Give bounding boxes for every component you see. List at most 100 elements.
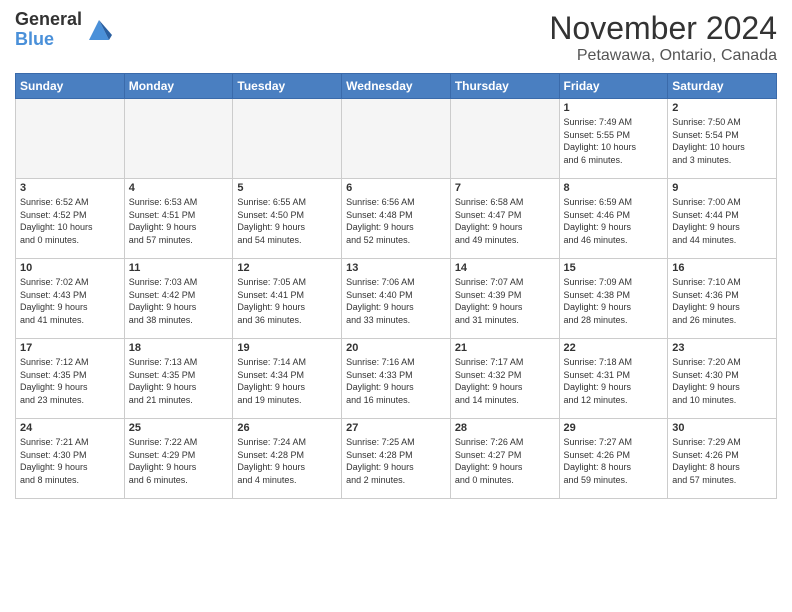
- day-cell[interactable]: 6 Sunrise: 6:56 AMSunset: 4:48 PMDaylight…: [342, 179, 451, 259]
- day-cell[interactable]: 7Sunrise: 6:58 AMSunset: 4:47 PMDaylight…: [450, 179, 559, 259]
- day-info: Sunrise: 7:26 AMSunset: 4:27 PMDaylight:…: [455, 436, 555, 486]
- col-sunday: Sunday: [16, 74, 125, 99]
- day-number: 10: [20, 262, 120, 274]
- day-cell[interactable]: 28 Sunrise: 7:26 AMSunset: 4:27 PMDayligh…: [450, 419, 559, 499]
- day-number: 16: [672, 262, 772, 274]
- day-cell[interactable]: 14Sunrise: 7:07 AMSunset: 4:39 PMDayligh…: [450, 259, 559, 339]
- day-number: 24: [20, 422, 120, 434]
- day-cell[interactable]: 2Sunrise: 7:50 AMSunset: 5:54 PMDaylight…: [668, 99, 777, 179]
- day-cell[interactable]: [16, 99, 125, 179]
- col-friday: Friday: [559, 74, 668, 99]
- day-cell[interactable]: 4 Sunrise: 6:53 AMSunset: 4:51 PMDaylight…: [124, 179, 233, 259]
- day-number: 6: [346, 182, 446, 194]
- day-number: 4: [129, 182, 229, 194]
- day-number: 17: [20, 342, 120, 354]
- logo-general: General: [15, 10, 82, 30]
- day-info: Sunrise: 7:05 AMSunset: 4:41 PMDaylight:…: [237, 276, 337, 326]
- logo-text: General Blue: [15, 10, 82, 50]
- day-cell[interactable]: 8 Sunrise: 6:59 AMSunset: 4:46 PMDaylight…: [559, 179, 668, 259]
- calendar-table: Sunday Monday Tuesday Wednesday Thursday…: [15, 73, 777, 499]
- day-cell[interactable]: 1 Sunrise: 7:49 AMSunset: 5:55 PMDaylight…: [559, 99, 668, 179]
- day-number: 25: [129, 422, 229, 434]
- day-cell[interactable]: 15 Sunrise: 7:09 AMSunset: 4:38 PMDayligh…: [559, 259, 668, 339]
- day-info: Sunrise: 6:52 AMSunset: 4:52 PMDaylight:…: [20, 196, 120, 246]
- day-cell[interactable]: [124, 99, 233, 179]
- day-info: Sunrise: 7:50 AMSunset: 5:54 PMDaylight:…: [672, 116, 772, 166]
- header-row: Sunday Monday Tuesday Wednesday Thursday…: [16, 74, 777, 99]
- day-info: Sunrise: 7:49 AMSunset: 5:55 PMDaylight:…: [564, 116, 664, 166]
- day-number: 15: [564, 262, 664, 274]
- col-monday: Monday: [124, 74, 233, 99]
- day-cell[interactable]: 10Sunrise: 7:02 AMSunset: 4:43 PMDayligh…: [16, 259, 125, 339]
- day-info: Sunrise: 7:24 AMSunset: 4:28 PMDaylight:…: [237, 436, 337, 486]
- day-number: 21: [455, 342, 555, 354]
- week-row-4: 24 Sunrise: 7:21 AMSunset: 4:30 PMDayligh…: [16, 419, 777, 499]
- day-cell[interactable]: 20Sunrise: 7:16 AMSunset: 4:33 PMDayligh…: [342, 339, 451, 419]
- day-number: 26: [237, 422, 337, 434]
- day-info: Sunrise: 6:59 AMSunset: 4:46 PMDaylight:…: [564, 196, 664, 246]
- day-number: 3: [20, 182, 120, 194]
- logo-icon: [84, 15, 114, 45]
- day-cell[interactable]: 19Sunrise: 7:14 AMSunset: 4:34 PMDayligh…: [233, 339, 342, 419]
- calendar-container: General Blue November 2024 Petawawa, Ont…: [0, 0, 792, 612]
- day-cell[interactable]: 13 Sunrise: 7:06 AMSunset: 4:40 PMDayligh…: [342, 259, 451, 339]
- day-cell[interactable]: 3 Sunrise: 6:52 AMSunset: 4:52 PMDaylight…: [16, 179, 125, 259]
- logo: General Blue: [15, 10, 114, 50]
- day-number: 27: [346, 422, 446, 434]
- header: General Blue November 2024 Petawawa, Ont…: [15, 10, 777, 65]
- day-info: Sunrise: 7:06 AMSunset: 4:40 PMDaylight:…: [346, 276, 446, 326]
- title-block: November 2024 Petawawa, Ontario, Canada: [549, 10, 777, 65]
- col-saturday: Saturday: [668, 74, 777, 99]
- day-cell[interactable]: 11Sunrise: 7:03 AMSunset: 4:42 PMDayligh…: [124, 259, 233, 339]
- day-cell[interactable]: 5 Sunrise: 6:55 AMSunset: 4:50 PMDaylight…: [233, 179, 342, 259]
- day-cell[interactable]: 17 Sunrise: 7:12 AMSunset: 4:35 PMDayligh…: [16, 339, 125, 419]
- day-number: 30: [672, 422, 772, 434]
- day-cell[interactable]: 18Sunrise: 7:13 AMSunset: 4:35 PMDayligh…: [124, 339, 233, 419]
- day-cell[interactable]: 21 Sunrise: 7:17 AMSunset: 4:32 PMDayligh…: [450, 339, 559, 419]
- day-number: 29: [564, 422, 664, 434]
- day-number: 7: [455, 182, 555, 194]
- day-number: 20: [346, 342, 446, 354]
- day-number: 8: [564, 182, 664, 194]
- day-cell[interactable]: 23 Sunrise: 7:20 AMSunset: 4:30 PMDayligh…: [668, 339, 777, 419]
- day-info: Sunrise: 6:55 AMSunset: 4:50 PMDaylight:…: [237, 196, 337, 246]
- day-number: 9: [672, 182, 772, 194]
- day-info: Sunrise: 7:17 AMSunset: 4:32 PMDaylight:…: [455, 356, 555, 406]
- day-info: Sunrise: 7:12 AMSunset: 4:35 PMDaylight:…: [20, 356, 120, 406]
- day-cell[interactable]: 9Sunrise: 7:00 AMSunset: 4:44 PMDaylight…: [668, 179, 777, 259]
- day-cell[interactable]: 27 Sunrise: 7:25 AMSunset: 4:28 PMDayligh…: [342, 419, 451, 499]
- day-info: Sunrise: 7:25 AMSunset: 4:28 PMDaylight:…: [346, 436, 446, 486]
- day-cell[interactable]: 22Sunrise: 7:18 AMSunset: 4:31 PMDayligh…: [559, 339, 668, 419]
- day-cell[interactable]: [233, 99, 342, 179]
- day-info: Sunrise: 6:56 AMSunset: 4:48 PMDaylight:…: [346, 196, 446, 246]
- week-row-2: 10Sunrise: 7:02 AMSunset: 4:43 PMDayligh…: [16, 259, 777, 339]
- day-cell[interactable]: 26 Sunrise: 7:24 AMSunset: 4:28 PMDayligh…: [233, 419, 342, 499]
- day-info: Sunrise: 7:10 AMSunset: 4:36 PMDaylight:…: [672, 276, 772, 326]
- day-info: Sunrise: 7:29 AMSunset: 4:26 PMDaylight:…: [672, 436, 772, 486]
- day-info: Sunrise: 7:09 AMSunset: 4:38 PMDaylight:…: [564, 276, 664, 326]
- day-info: Sunrise: 7:07 AMSunset: 4:39 PMDaylight:…: [455, 276, 555, 326]
- calendar-header: Sunday Monday Tuesday Wednesday Thursday…: [16, 74, 777, 99]
- day-cell[interactable]: 16 Sunrise: 7:10 AMSunset: 4:36 PMDayligh…: [668, 259, 777, 339]
- day-number: 12: [237, 262, 337, 274]
- day-number: 1: [564, 102, 664, 114]
- day-cell[interactable]: 25 Sunrise: 7:22 AMSunset: 4:29 PMDayligh…: [124, 419, 233, 499]
- day-cell[interactable]: [450, 99, 559, 179]
- day-number: 28: [455, 422, 555, 434]
- day-cell[interactable]: 24 Sunrise: 7:21 AMSunset: 4:30 PMDayligh…: [16, 419, 125, 499]
- col-thursday: Thursday: [450, 74, 559, 99]
- day-info: Sunrise: 7:13 AMSunset: 4:35 PMDaylight:…: [129, 356, 229, 406]
- calendar-body: 1 Sunrise: 7:49 AMSunset: 5:55 PMDaylight…: [16, 99, 777, 499]
- day-info: Sunrise: 7:22 AMSunset: 4:29 PMDaylight:…: [129, 436, 229, 486]
- day-cell[interactable]: 30 Sunrise: 7:29 AMSunset: 4:26 PMDayligh…: [668, 419, 777, 499]
- day-info: Sunrise: 6:53 AMSunset: 4:51 PMDaylight:…: [129, 196, 229, 246]
- day-cell[interactable]: 12 Sunrise: 7:05 AMSunset: 4:41 PMDayligh…: [233, 259, 342, 339]
- day-info: Sunrise: 7:20 AMSunset: 4:30 PMDaylight:…: [672, 356, 772, 406]
- day-cell[interactable]: [342, 99, 451, 179]
- day-number: 5: [237, 182, 337, 194]
- day-number: 13: [346, 262, 446, 274]
- day-number: 23: [672, 342, 772, 354]
- day-number: 19: [237, 342, 337, 354]
- day-cell[interactable]: 29Sunrise: 7:27 AMSunset: 4:26 PMDayligh…: [559, 419, 668, 499]
- day-info: Sunrise: 7:21 AMSunset: 4:30 PMDaylight:…: [20, 436, 120, 486]
